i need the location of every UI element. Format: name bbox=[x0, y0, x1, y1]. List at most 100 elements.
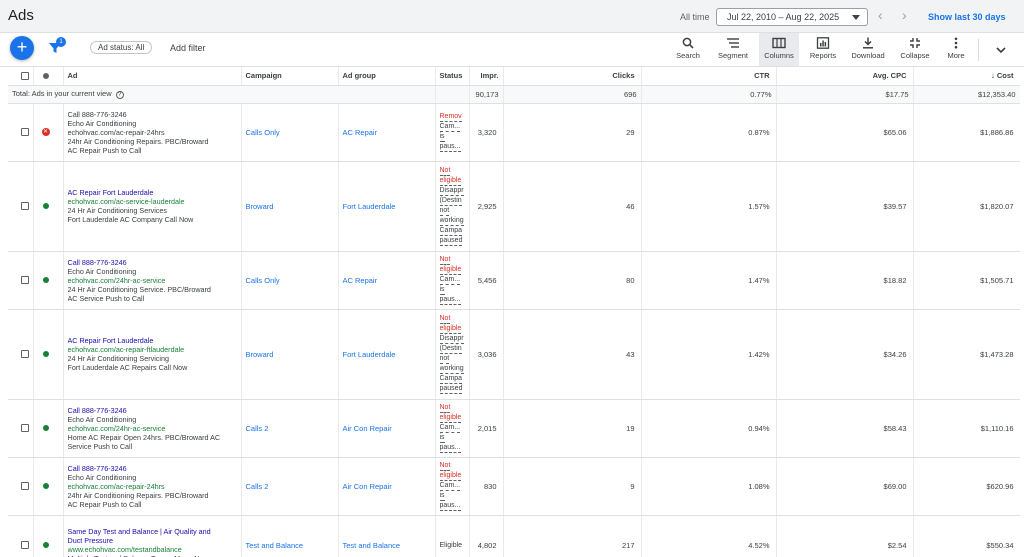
ad-headline[interactable]: Same Day Test and Balance | Air Quality … bbox=[68, 527, 237, 536]
add-button[interactable]: + bbox=[10, 36, 34, 60]
ad-group-cell[interactable]: Test and Balance bbox=[338, 515, 436, 557]
status-cell[interactable]: Not eligible Cam... is paus... bbox=[435, 399, 470, 458]
row-checkbox[interactable] bbox=[21, 541, 29, 549]
campaign-cell[interactable]: Calls Only bbox=[241, 251, 339, 310]
campaign-cell[interactable]: Calls Only bbox=[241, 103, 339, 162]
campaign-cell[interactable]: Calls 2 bbox=[241, 399, 339, 458]
status-cell[interactable]: Remov Cam... is paus... bbox=[435, 103, 470, 162]
row-checkbox[interactable] bbox=[21, 424, 29, 432]
ad-group-cell[interactable]: Fort Lauderdale bbox=[338, 309, 436, 400]
ad-cell[interactable]: Call 888-776-3246 Echo Air Conditioning ec… bbox=[63, 457, 242, 516]
column-header-status[interactable]: Status bbox=[435, 67, 470, 86]
table-row[interactable]: Call 888-776-3246 Echo Air Conditioning ec… bbox=[8, 457, 1020, 516]
campaign-link[interactable]: Broward bbox=[246, 350, 274, 359]
campaign-cell[interactable]: Calls 2 bbox=[241, 457, 339, 516]
ad-headline[interactable]: Call 888-776-3246 bbox=[68, 406, 237, 415]
table-row[interactable]: Call 888-776-3246 Echo Air Conditioning ec… bbox=[8, 399, 1020, 458]
column-header-impr[interactable]: Impr. bbox=[469, 67, 504, 86]
row-checkbox[interactable] bbox=[21, 128, 29, 136]
campaign-link[interactable]: Calls Only bbox=[246, 276, 280, 285]
add-filter-button[interactable]: Add filter bbox=[170, 43, 206, 53]
campaign-cell[interactable]: Test and Balance bbox=[241, 515, 339, 557]
table-row[interactable]: ✕ Call 888-776-3246 Echo Air Conditioning e… bbox=[8, 103, 1020, 162]
campaign-cell[interactable]: Broward bbox=[241, 309, 339, 400]
ad-group-cell[interactable]: Fort Lauderdale bbox=[338, 161, 436, 252]
campaign-link[interactable]: Calls Only bbox=[246, 128, 280, 137]
row-checkbox[interactable] bbox=[21, 350, 29, 358]
column-header-campaign[interactable]: Campaign bbox=[241, 67, 339, 86]
ad-cell[interactable]: AC Repair Fort Lauderdale echohvac.com/ac… bbox=[63, 309, 242, 400]
row-select-cell[interactable] bbox=[8, 161, 34, 252]
select-all-cell[interactable] bbox=[8, 67, 34, 86]
row-select-cell[interactable] bbox=[8, 515, 34, 557]
ad-group-link[interactable]: Fort Lauderdale bbox=[343, 350, 396, 359]
ad-headline[interactable]: AC Repair Fort Lauderdale bbox=[68, 188, 237, 197]
ad-group-link[interactable]: Fort Lauderdale bbox=[343, 202, 396, 211]
ad-group-cell[interactable]: Air Con Repair bbox=[338, 399, 436, 458]
segment-button[interactable]: Segment bbox=[713, 33, 753, 66]
row-checkbox[interactable] bbox=[21, 202, 29, 210]
column-header-ad[interactable]: Ad bbox=[63, 67, 242, 86]
ad-headline[interactable]: AC Repair Fort Lauderdale bbox=[68, 336, 237, 345]
ad-group-link[interactable]: Air Con Repair bbox=[343, 424, 392, 433]
search-button[interactable]: Search bbox=[668, 33, 708, 66]
ad-group-cell[interactable]: AC Repair bbox=[338, 103, 436, 162]
ad-group-link[interactable]: AC Repair bbox=[343, 276, 378, 285]
chevron-left-icon[interactable]: ‹ bbox=[878, 7, 883, 23]
status-text[interactable]: Not eligible Disappr (Destin not working Campa… bbox=[439, 166, 468, 246]
row-select-cell[interactable] bbox=[8, 103, 34, 162]
campaign-link[interactable]: Calls 2 bbox=[246, 482, 269, 491]
show-last-30-days-link[interactable]: Show last 30 days bbox=[928, 12, 1006, 22]
ad-group-link[interactable]: Air Con Repair bbox=[343, 482, 392, 491]
table-row[interactable]: Same Day Test and Balance | Air Quality … bbox=[8, 515, 1020, 557]
status-cell[interactable]: Not eligible Cam... is paus... bbox=[435, 251, 470, 310]
collapse-button[interactable]: Collapse bbox=[895, 33, 935, 66]
columns-button[interactable]: Columns bbox=[759, 33, 799, 66]
ad-headline[interactable]: Call 888-776-3246 bbox=[68, 258, 237, 267]
ad-cell[interactable]: Call 888-776-3246 Echo Air Conditioning ec… bbox=[63, 251, 242, 310]
column-header-cost[interactable]: ↓ Cost bbox=[913, 67, 1020, 86]
date-range-picker[interactable]: Jul 22, 2010 – Aug 22, 2025 bbox=[716, 8, 868, 26]
ad-cell[interactable]: Call 888-776-3246 Echo Air Conditioning ec… bbox=[63, 399, 242, 458]
help-icon[interactable]: ? bbox=[115, 90, 124, 99]
campaign-link[interactable]: Broward bbox=[246, 202, 274, 211]
row-select-cell[interactable] bbox=[8, 251, 34, 310]
row-checkbox[interactable] bbox=[21, 276, 29, 284]
status-cell[interactable]: Not eligible Disappr (Destin not working Campa… bbox=[435, 161, 470, 252]
status-text[interactable]: Not eligible Cam... is paus... bbox=[439, 255, 468, 305]
download-button[interactable]: Download bbox=[848, 33, 888, 66]
chevron-down-icon[interactable] bbox=[994, 43, 1008, 57]
ad-cell[interactable]: Same Day Test and Balance | Air Quality … bbox=[63, 515, 242, 557]
more-button[interactable]: More bbox=[936, 33, 976, 66]
status-cell[interactable]: Not eligible Disappr (Destin not working Campa… bbox=[435, 309, 470, 400]
table-row[interactable]: Call 888-776-3246 Echo Air Conditioning ec… bbox=[8, 251, 1020, 310]
column-header-clicks[interactable]: Clicks bbox=[503, 67, 642, 86]
status-cell[interactable]: Eligible bbox=[435, 515, 470, 557]
table-row[interactable]: AC Repair Fort Lauderdale echohvac.com/ac… bbox=[8, 161, 1020, 252]
ad-headline[interactable]: Call 888-776-3246 bbox=[68, 464, 237, 473]
ad-status-filter-chip[interactable]: Ad status: All bbox=[90, 41, 153, 54]
row-checkbox[interactable] bbox=[21, 482, 29, 490]
row-select-cell[interactable] bbox=[8, 399, 34, 458]
column-header-ad-group[interactable]: Ad group bbox=[338, 67, 436, 86]
ad-group-link[interactable]: Test and Balance bbox=[343, 541, 401, 550]
row-select-cell[interactable] bbox=[8, 457, 34, 516]
campaign-cell[interactable]: Broward bbox=[241, 161, 339, 252]
select-all-checkbox[interactable] bbox=[21, 71, 29, 80]
ad-group-link[interactable]: AC Repair bbox=[343, 128, 378, 137]
ad-headline[interactable]: Call 888-776-3246 bbox=[68, 110, 237, 119]
ad-cell[interactable]: AC Repair Fort Lauderdale echohvac.com/ac… bbox=[63, 161, 242, 252]
reports-button[interactable]: Reports bbox=[803, 33, 843, 66]
column-header-ctr[interactable]: CTR bbox=[641, 67, 777, 86]
column-header-avg-cpc[interactable]: Avg. CPC bbox=[776, 67, 914, 86]
chevron-right-icon[interactable]: › bbox=[902, 7, 907, 23]
campaign-link[interactable]: Test and Balance bbox=[246, 541, 304, 550]
status-cell[interactable]: Not eligible Cam... is paus... bbox=[435, 457, 470, 516]
status-text[interactable]: Not eligible Cam... is paus... bbox=[439, 461, 468, 511]
status-text[interactable]: Not eligible Disappr (Destin not working Campa… bbox=[439, 314, 468, 394]
ad-cell[interactable]: Call 888-776-3246 Echo Air Conditioning ec… bbox=[63, 103, 242, 162]
status-text[interactable]: Not eligible Cam... is paus... bbox=[439, 403, 468, 453]
ad-group-cell[interactable]: Air Con Repair bbox=[338, 457, 436, 516]
row-select-cell[interactable] bbox=[8, 309, 34, 400]
table-row[interactable]: AC Repair Fort Lauderdale echohvac.com/ac… bbox=[8, 309, 1020, 400]
